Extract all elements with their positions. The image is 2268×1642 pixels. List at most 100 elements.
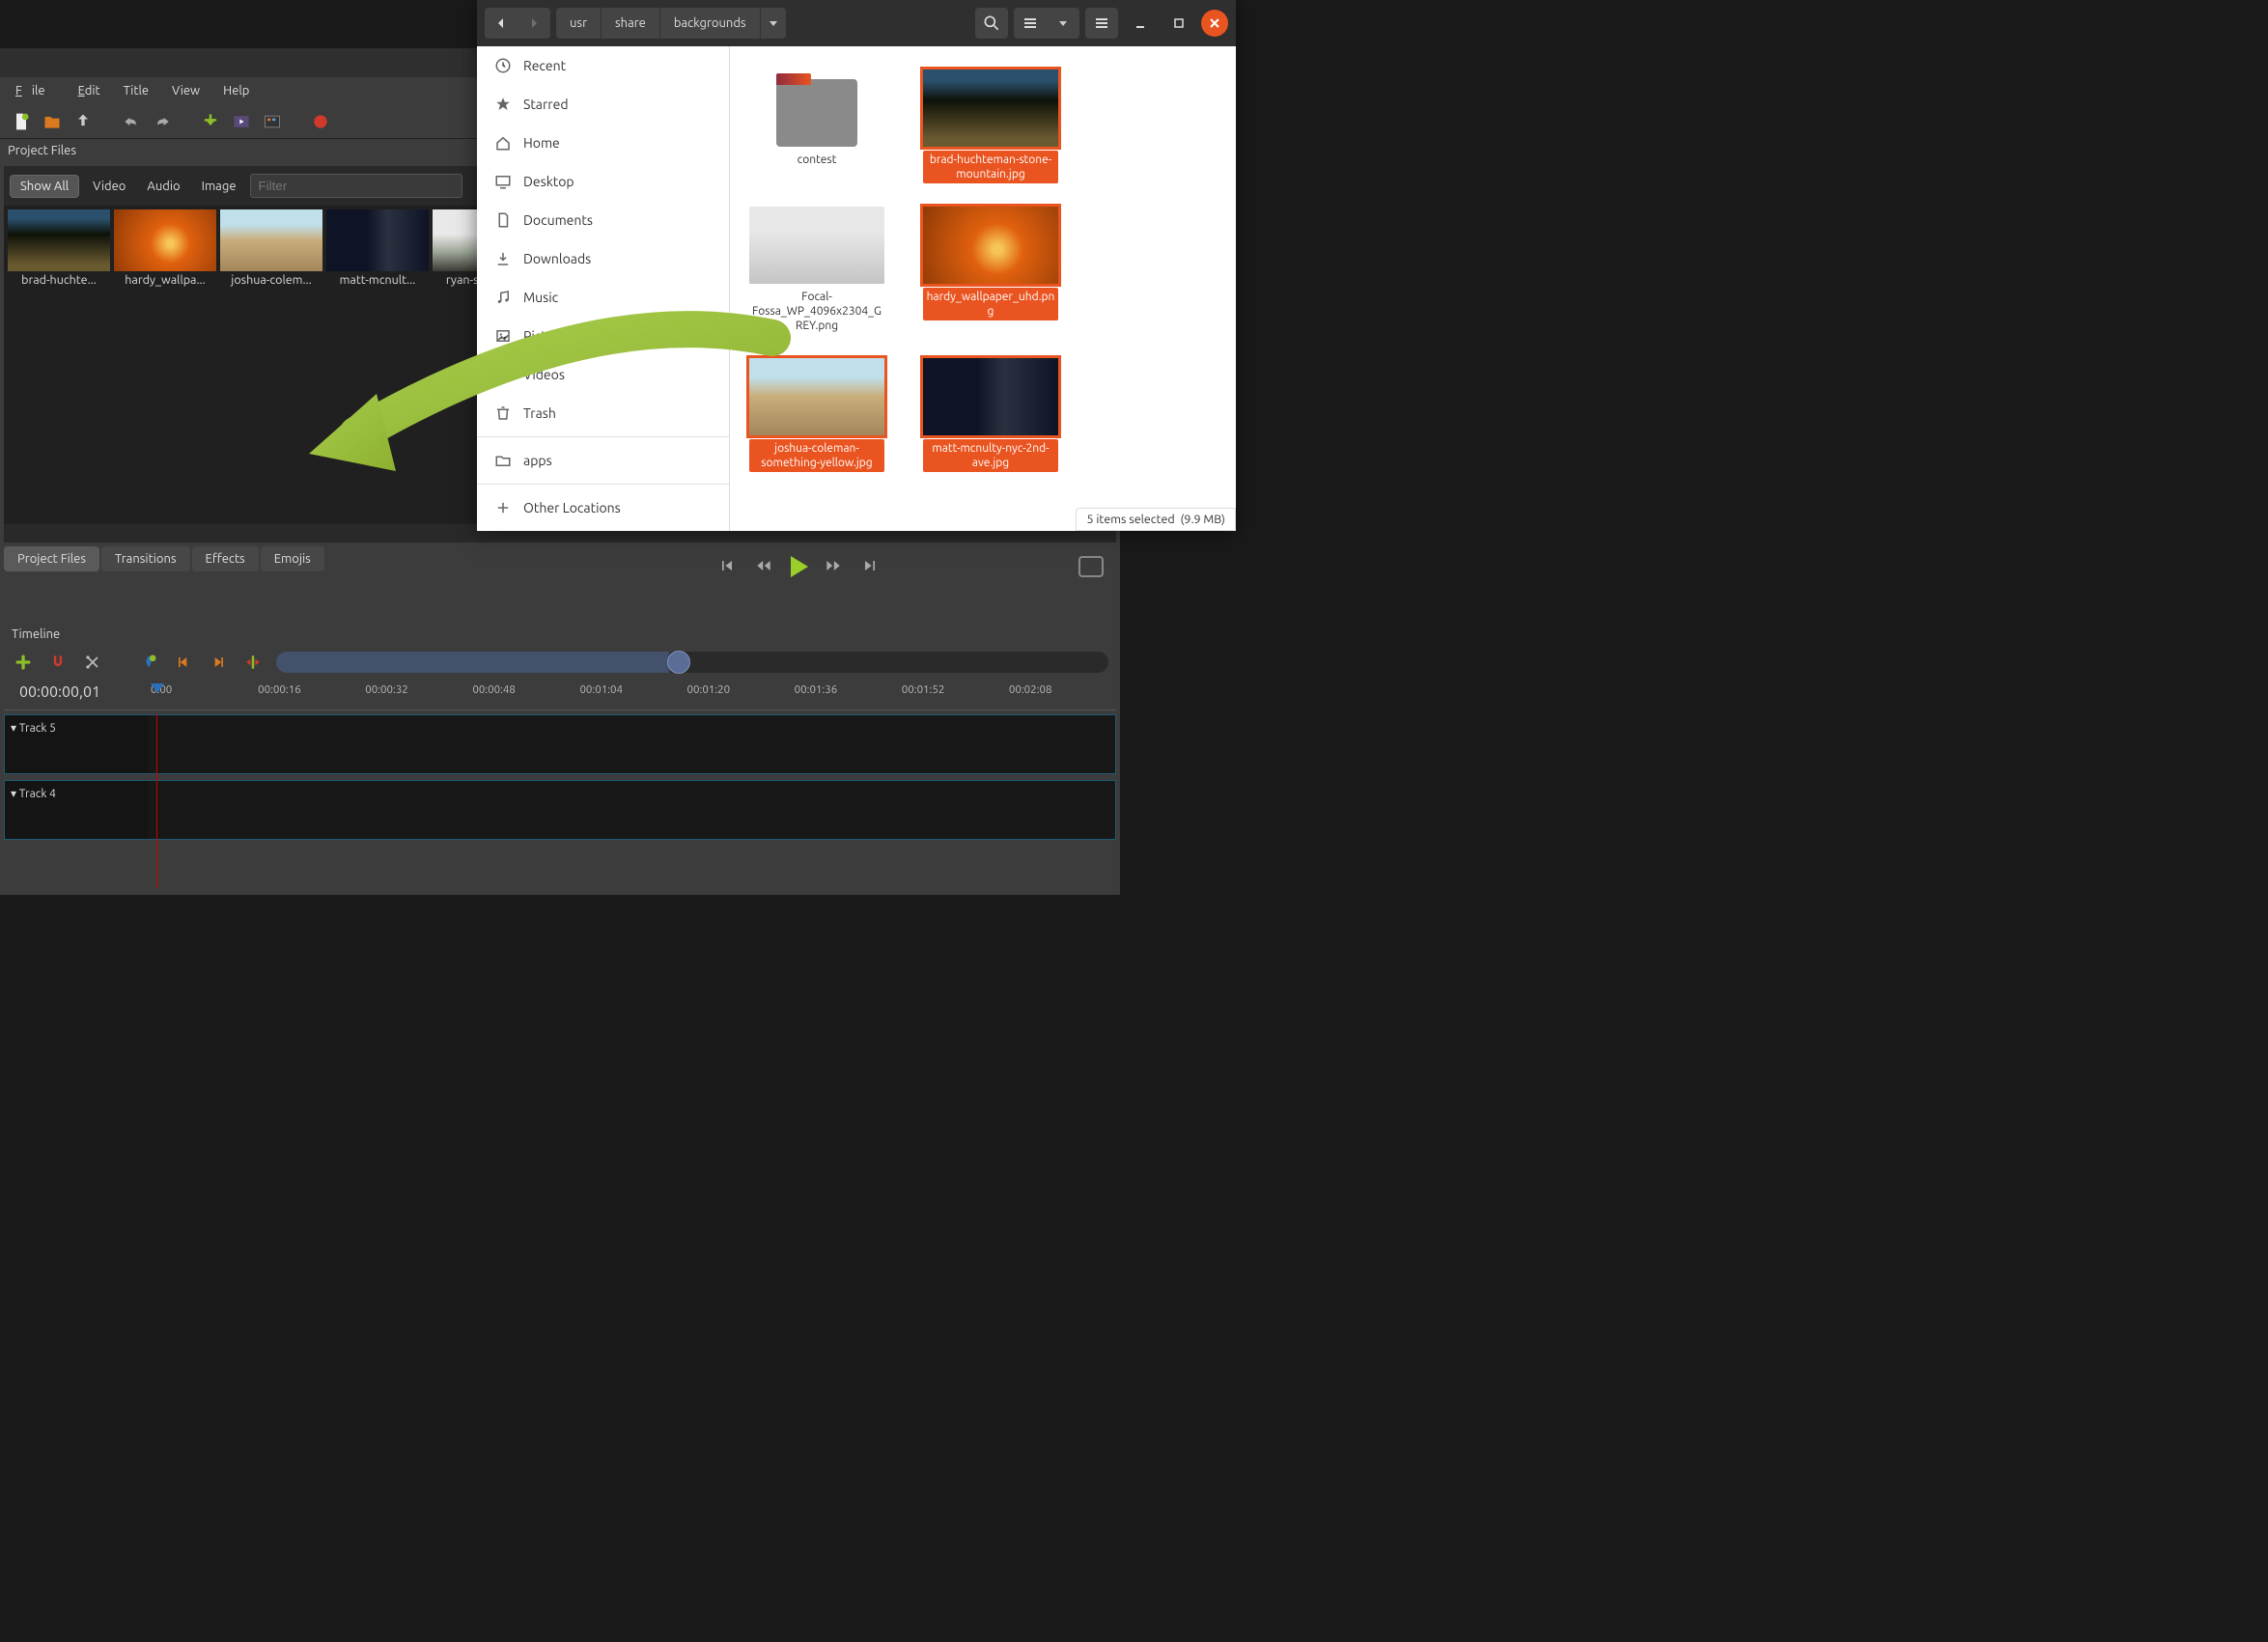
menu-title[interactable]: Title [114,81,158,100]
folder-item[interactable]: contest [749,70,884,183]
folder-icon [776,79,857,147]
view-dropdown-icon[interactable] [1047,8,1079,39]
export-icon[interactable] [261,110,284,133]
tab-effects[interactable]: Effects [192,546,259,571]
project-file-item[interactable]: joshua-colem... [220,209,322,520]
sidebar-item-home[interactable]: Home [477,124,729,162]
track-body[interactable] [148,715,1115,773]
path-dropdown-icon[interactable] [760,8,786,39]
sidebar-item-videos[interactable]: Videos [477,355,729,394]
timeline-track[interactable]: ▾ Track 5 [4,714,1116,774]
tab-project-files[interactable]: Project Files [4,546,99,571]
menu-view[interactable]: View [162,81,210,100]
preview-controls [483,539,1115,595]
save-project-icon[interactable] [71,110,95,133]
menu-file[interactable]: File [6,81,65,100]
add-track-icon[interactable] [12,651,35,674]
import-icon[interactable] [199,110,222,133]
filter-showall[interactable]: Show All [10,175,79,198]
sidebar-item-starred[interactable]: Starred [477,85,729,124]
project-file-item[interactable]: brad-huchte... [8,209,110,520]
file-item[interactable]: hardy_wallpaper_uhd.png [923,207,1058,335]
jump-start-icon[interactable] [717,556,739,577]
sidebar-item-apps[interactable]: apps [477,441,729,480]
sidebar-item-trash[interactable]: Trash [477,394,729,432]
timeline-panel: Timeline 00:00:00,01 0:0000:00:1600:00:3… [4,624,1116,846]
ruler-tick: 00:00:48 [472,683,579,696]
sidebar-item-downloads[interactable]: Downloads [477,239,729,278]
filter-image[interactable]: Image [194,176,244,197]
ruler-tick: 0:00 [151,683,258,696]
track-header[interactable]: ▾ Track 5 [5,715,148,773]
open-project-icon[interactable] [41,110,64,133]
file-item[interactable]: matt-mcnulty-nyc-2nd-ave.jpg [923,358,1058,472]
sidebar-item-other-locations[interactable]: Other Locations [477,488,729,527]
new-project-icon[interactable] [10,110,33,133]
ruler-tick: 00:01:52 [902,683,1009,696]
file-label: Focal-Fossa_WP_4096x2304_GREY.png [749,288,884,335]
back-button[interactable] [485,8,518,39]
tab-transitions[interactable]: Transitions [101,546,190,571]
path-seg-share[interactable]: share [601,8,659,39]
file-label: matt-mcnulty-nyc-2nd-ave.jpg [923,439,1058,472]
playhead-timecode: 00:00:00,01 [4,683,151,710]
sidebar-item-documents[interactable]: Documents [477,201,729,239]
timeline-track[interactable]: ▾ Track 4 [4,780,1116,840]
file-manager-content[interactable]: contest brad-huchteman-stone-mountain.jpg… [730,46,1236,531]
record-icon[interactable] [309,110,332,133]
search-icon[interactable] [975,8,1008,39]
project-file-item[interactable]: hardy_wallpa... [114,209,216,520]
file-item[interactable]: joshua-coleman-something-yellow.jpg [749,358,884,472]
track-body[interactable] [148,781,1115,839]
sidebar-item-recent[interactable]: Recent [477,46,729,85]
sidebar-item-label: Other Locations [523,500,621,515]
hamburger-menu-icon[interactable] [1085,8,1118,39]
file-thumb [749,358,884,435]
filter-input[interactable] [250,174,462,198]
sidebar-item-label: Trash [523,405,556,421]
center-icon[interactable] [241,651,265,674]
snapshot-icon[interactable] [1078,556,1104,577]
filter-video[interactable]: Video [85,176,133,197]
menu-edit[interactable]: Edit [69,81,110,100]
rewind-icon[interactable] [754,556,775,577]
sidebar-item-pictures[interactable]: Pictures [477,317,729,355]
project-file-item[interactable]: matt-mcnult... [326,209,429,520]
close-icon[interactable] [1201,10,1228,37]
tab-emojis[interactable]: Emojis [261,546,324,571]
sidebar-item-desktop[interactable]: Desktop [477,162,729,201]
sidebar-item-label: Downloads [523,251,591,266]
plus-icon [494,499,512,516]
playhead[interactable] [151,683,164,693]
view-list-icon[interactable] [1014,8,1047,39]
fullscreen-icon[interactable] [230,110,253,133]
forward-button[interactable] [518,8,550,39]
undo-icon[interactable] [120,110,143,133]
image-icon [494,327,512,345]
file-item[interactable]: Focal-Fossa_WP_4096x2304_GREY.png [749,207,884,335]
marker-icon[interactable] [137,651,160,674]
prev-marker-icon[interactable] [172,651,195,674]
snap-icon[interactable] [46,651,70,674]
menu-help[interactable]: Help [213,81,259,100]
project-file-thumb [8,209,110,271]
path-seg-backgrounds[interactable]: backgrounds [659,8,760,39]
forward-icon[interactable] [824,556,845,577]
maximize-icon[interactable] [1162,8,1195,39]
jump-end-icon[interactable] [860,556,882,577]
track-header[interactable]: ▾ Track 4 [5,781,148,839]
timeline-ruler[interactable]: 00:00:00,01 0:0000:00:1600:00:3200:00:48… [4,683,1116,710]
zoom-slider-thumb[interactable] [667,651,690,674]
minimize-icon[interactable] [1124,8,1157,39]
star-icon [494,96,512,113]
filter-audio[interactable]: Audio [139,176,187,197]
next-marker-icon[interactable] [207,651,230,674]
sidebar-item-music[interactable]: Music [477,278,729,317]
file-item[interactable]: brad-huchteman-stone-mountain.jpg [923,70,1058,183]
path-seg-usr[interactable]: usr [556,8,601,39]
play-button[interactable] [791,556,808,577]
razor-icon[interactable] [81,651,104,674]
redo-icon[interactable] [151,110,174,133]
zoom-slider[interactable] [276,652,1108,673]
file-manager-header: usr share backgrounds [477,0,1236,46]
